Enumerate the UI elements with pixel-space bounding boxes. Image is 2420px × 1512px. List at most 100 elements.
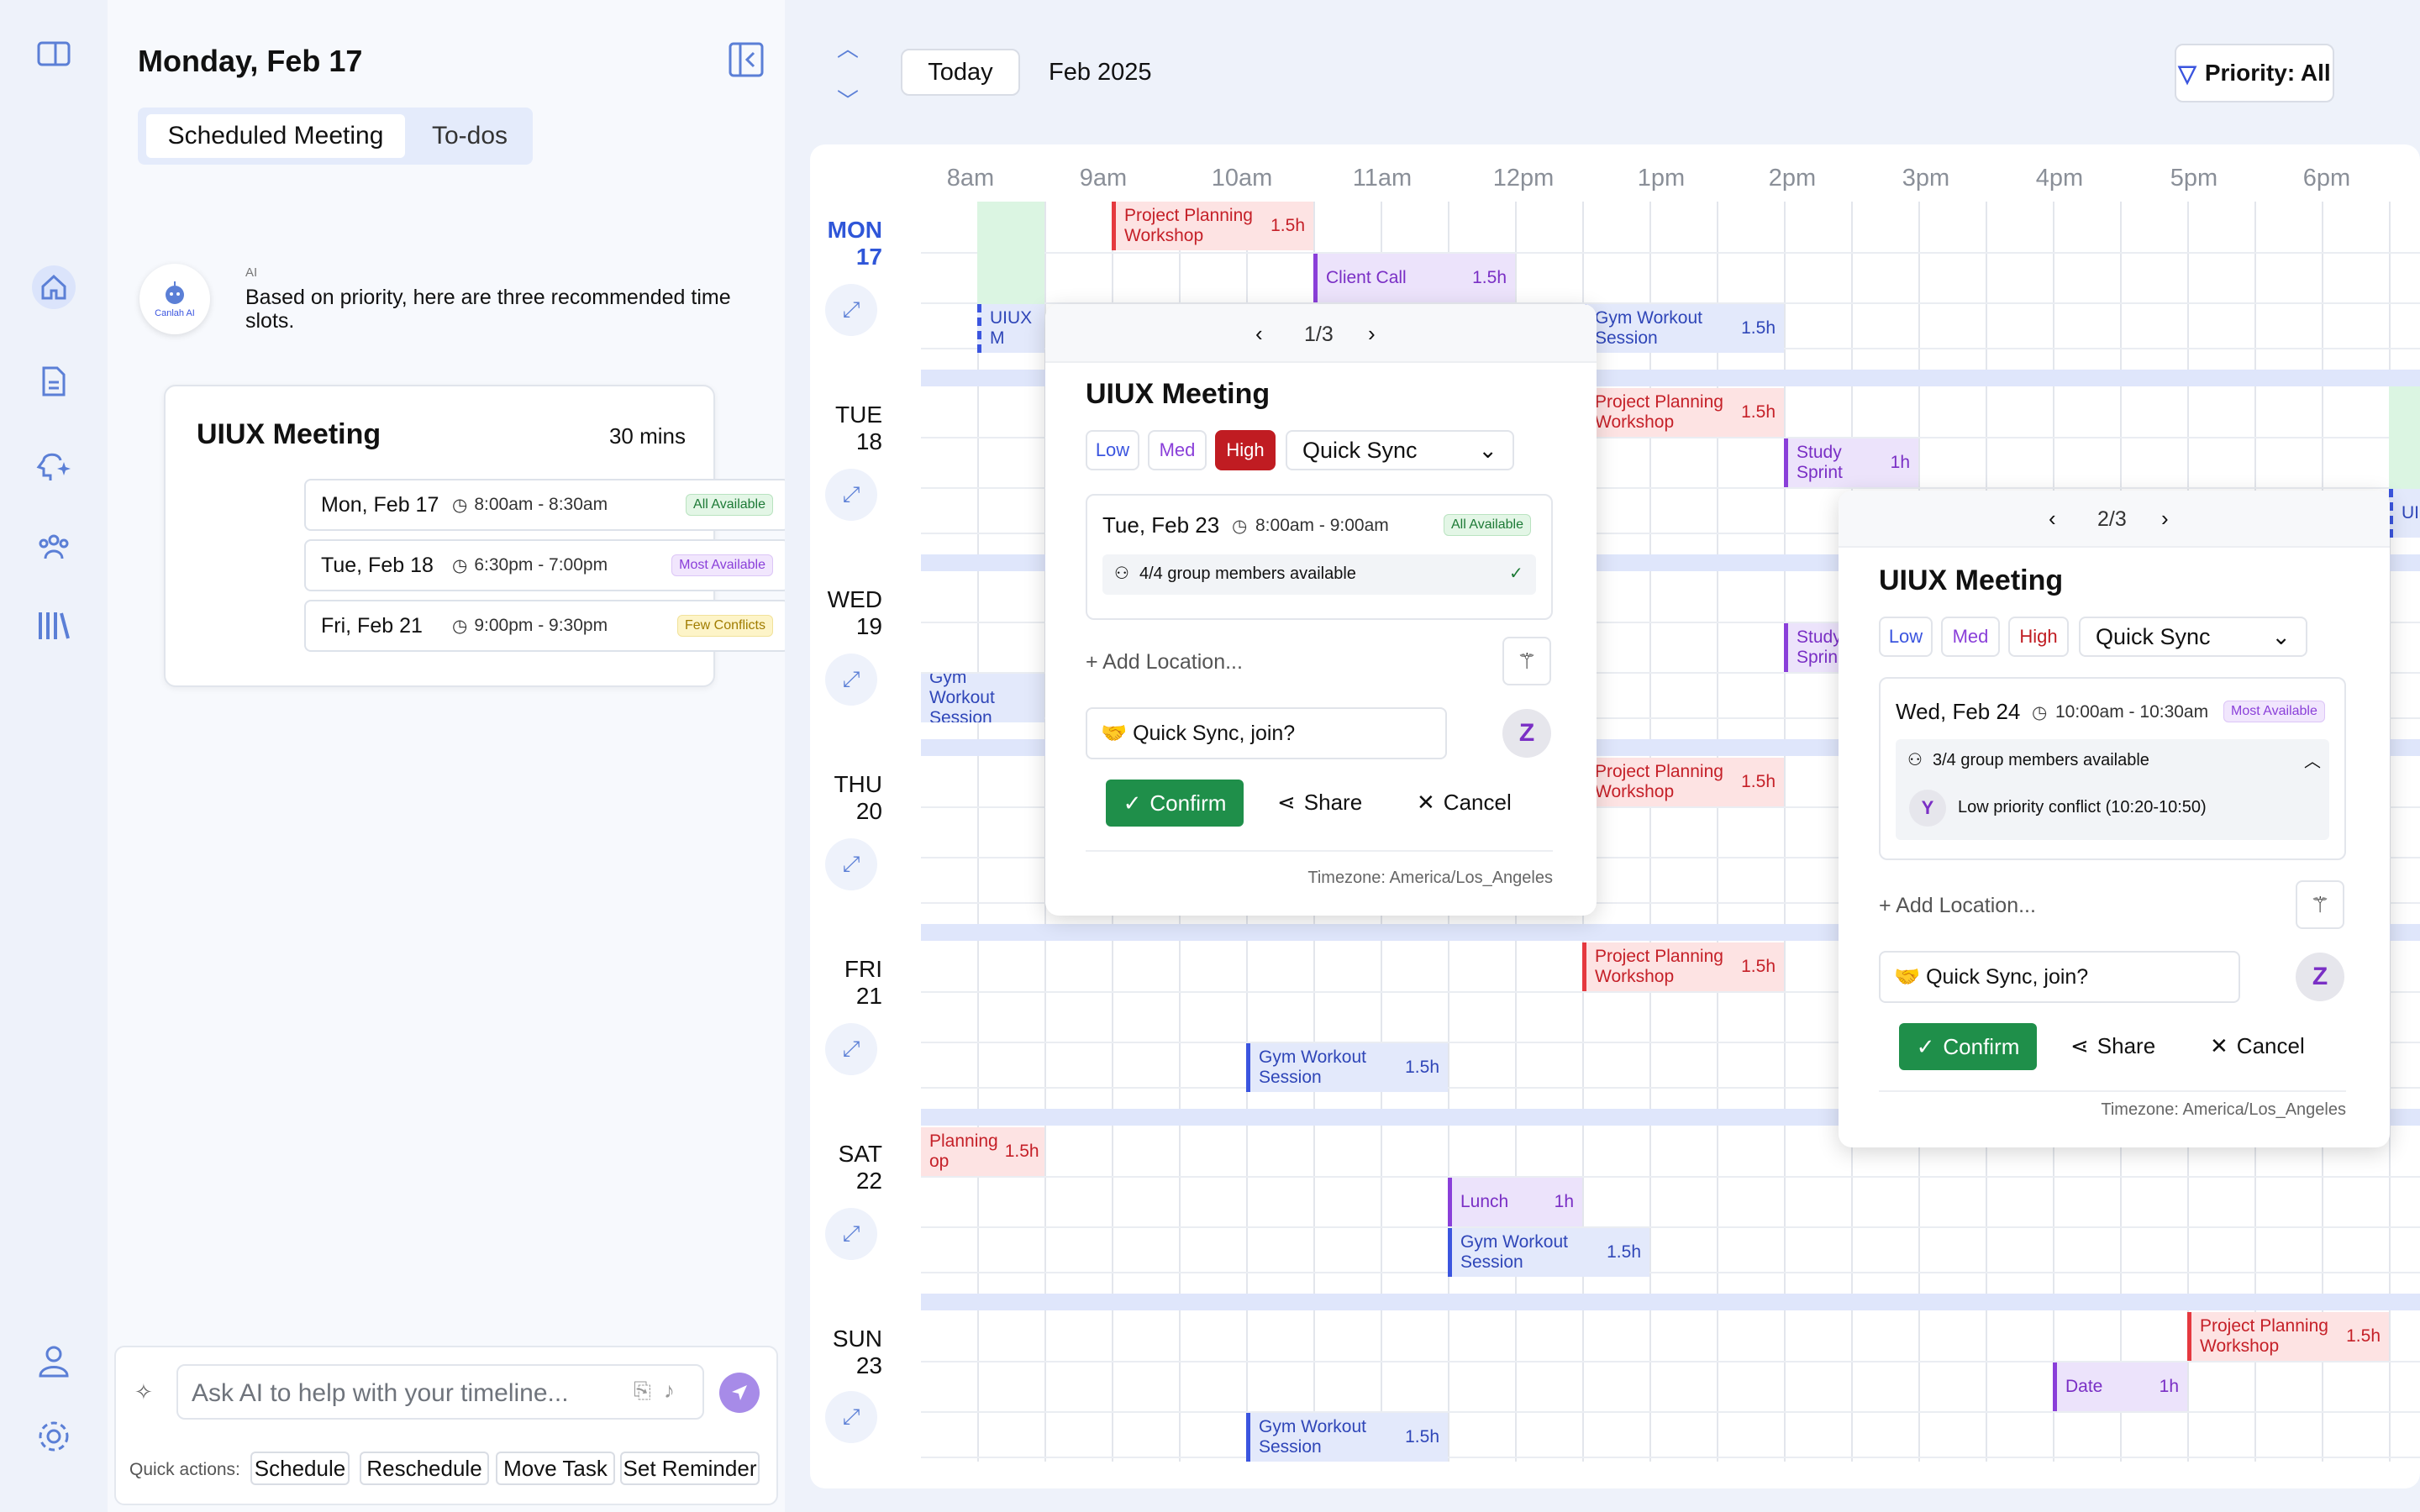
chevron-up-icon[interactable]: ︿ bbox=[2304, 748, 2321, 772]
confirm-button[interactable]: ✓ Confirm bbox=[1106, 780, 1244, 827]
expand-day-icon[interactable]: ⤢ bbox=[825, 1208, 877, 1260]
expand-day-icon[interactable]: ⤢ bbox=[825, 284, 877, 336]
event-block[interactable]: Project Planning Workshop 1.5h bbox=[1112, 202, 1313, 250]
event-block[interactable]: UI bbox=[2389, 489, 2420, 538]
quick-action-move-task[interactable]: Move Task bbox=[496, 1452, 615, 1485]
next-suggestion-icon[interactable]: › bbox=[1368, 321, 1376, 347]
today-button[interactable]: Today bbox=[901, 49, 1020, 96]
prev-week-icon[interactable]: ︿ bbox=[837, 32, 859, 63]
day-label-tue: TUE 18 bbox=[835, 402, 882, 454]
quick-action-schedule[interactable]: Schedule bbox=[250, 1452, 350, 1485]
expand-day-icon[interactable]: ⤢ bbox=[825, 1023, 877, 1075]
share-button[interactable]: ⋖ Share bbox=[1277, 790, 1362, 816]
panel-date-title: Monday, Feb 17 bbox=[138, 44, 363, 78]
event-block[interactable]: Client Call 1.5h bbox=[1313, 254, 1515, 302]
library-icon[interactable] bbox=[32, 603, 76, 647]
magic-wand-icon[interactable]: ⚚ bbox=[2296, 880, 2344, 929]
cancel-button[interactable]: ✕ Cancel bbox=[1417, 790, 1512, 816]
timezone-label: Timezone: America/Los_Angeles bbox=[1307, 869, 1553, 887]
expand-day-icon[interactable]: ⤢ bbox=[825, 838, 877, 890]
prev-suggestion-icon[interactable]: ‹ bbox=[2049, 506, 2056, 532]
slot-date: Tue, Feb 18 bbox=[321, 553, 434, 577]
event-block[interactable]: UIUX M bbox=[977, 304, 1044, 353]
microphone-icon[interactable]: ♪ bbox=[664, 1378, 675, 1404]
status-badge: Most Available bbox=[2223, 701, 2325, 722]
ai-tag: AI bbox=[245, 265, 258, 280]
event-block[interactable]: Gym Workout Session 1.5h bbox=[1246, 1413, 1448, 1462]
meeting-type-select[interactable]: Quick Sync ⌄ bbox=[1286, 430, 1514, 470]
quick-action-reschedule[interactable]: Reschedule bbox=[360, 1452, 489, 1485]
event-block[interactable]: Project Planning Workshop 1.5h bbox=[1582, 758, 1784, 806]
tab-scheduled-meeting[interactable]: Scheduled Meeting bbox=[146, 114, 405, 158]
day-label-fri: FRI 21 bbox=[844, 956, 882, 1009]
priority-low-button[interactable]: Low bbox=[1879, 617, 1933, 657]
send-button[interactable] bbox=[719, 1373, 760, 1413]
sparkle-icon[interactable]: ✧ bbox=[134, 1379, 153, 1405]
prev-suggestion-icon[interactable]: ‹ bbox=[1255, 321, 1263, 347]
event-block[interactable]: Lunch 1h bbox=[1448, 1178, 1582, 1226]
home-icon[interactable] bbox=[32, 265, 76, 309]
expand-day-icon[interactable]: ⤢ bbox=[825, 1391, 877, 1443]
invite-message-input[interactable]: 🤝 Quick Sync, join? bbox=[1086, 707, 1447, 759]
invite-message-input[interactable]: 🤝 Quick Sync, join? bbox=[1879, 951, 2240, 1003]
panel-tabs: Scheduled Meeting To-dos bbox=[138, 108, 533, 165]
document-icon[interactable] bbox=[32, 360, 76, 403]
slot-date: Tue, Feb 23 bbox=[1102, 512, 1220, 538]
slot-option[interactable]: Mon, Feb 17 ◷ 8:00am - 8:30am All Available bbox=[304, 479, 790, 531]
time-label: 5pm bbox=[2170, 165, 2218, 192]
priority-low-button[interactable]: Low bbox=[1086, 430, 1139, 470]
priority-med-button[interactable]: Med bbox=[1941, 617, 2000, 657]
event-block[interactable]: Project Planning Workshop 1.5h bbox=[1582, 388, 1784, 437]
share-label: Share bbox=[1303, 790, 1363, 815]
confirm-button[interactable]: ✓ Confirm bbox=[1899, 1023, 2037, 1070]
slot-option[interactable]: Tue, Feb 18 ◷ 6:30pm - 7:00pm Most Availabl… bbox=[304, 539, 790, 591]
expand-day-icon[interactable]: ⤢ bbox=[825, 469, 877, 521]
ai-brain-icon[interactable] bbox=[32, 445, 76, 489]
quick-action-set-reminder[interactable]: Set Reminder bbox=[620, 1452, 760, 1485]
day-label-thu: THU 20 bbox=[834, 771, 882, 824]
expand-day-icon[interactable]: ⤢ bbox=[825, 654, 877, 706]
team-icon[interactable] bbox=[32, 524, 76, 568]
profile-icon[interactable] bbox=[32, 1339, 76, 1383]
event-block[interactable]: Gym Workout Session 1.5h bbox=[1246, 1043, 1448, 1092]
avatar: Z bbox=[2296, 953, 2344, 1001]
event-block[interactable]: Gym Workout Session 1.5h bbox=[1582, 304, 1784, 353]
slot-option[interactable]: Fri, Feb 21 ◷ 9:00pm - 9:30pm Few Conflicts bbox=[304, 600, 790, 652]
event-block[interactable]: Project Planning Workshop 1.5h bbox=[2187, 1312, 2389, 1361]
share-label: Share bbox=[2096, 1033, 2156, 1058]
tab-todos[interactable]: To-dos bbox=[415, 114, 524, 158]
clock-icon: ◷ bbox=[452, 616, 468, 636]
add-location-link[interactable]: + Add Location... bbox=[1086, 650, 1243, 675]
collapse-panel-icon[interactable] bbox=[729, 42, 764, 77]
sidebar-toggle-icon[interactable] bbox=[32, 32, 76, 76]
time-label: 1pm bbox=[1637, 165, 1686, 192]
ai-mascot-icon bbox=[166, 281, 184, 304]
priority-med-button[interactable]: Med bbox=[1148, 430, 1207, 470]
slot-time: 8:00am - 9:00am bbox=[1255, 516, 1389, 535]
attach-icon[interactable]: ⎘ bbox=[634, 1378, 651, 1404]
event-block[interactable]: Study Sprin bbox=[1784, 623, 1841, 672]
priority-high-button[interactable]: High bbox=[1215, 430, 1276, 470]
next-week-icon[interactable]: ﹀ bbox=[837, 84, 859, 115]
add-location-link[interactable]: + Add Location... bbox=[1879, 894, 2036, 918]
event-block[interactable]: Planning op 1.5h bbox=[921, 1127, 1044, 1176]
cancel-button[interactable]: ✕ Cancel bbox=[2210, 1033, 2305, 1059]
assistant-panel: Monday, Feb 17 Scheduled Meeting To-dos … bbox=[108, 0, 790, 1512]
priority-high-button[interactable]: High bbox=[2008, 617, 2069, 657]
event-block[interactable]: Project Planning Workshop 1.5h bbox=[1582, 942, 1784, 991]
day-label-mon: MON 17 bbox=[827, 217, 882, 270]
settings-gear-icon[interactable] bbox=[32, 1415, 76, 1458]
event-block[interactable]: Gym Workout Session bbox=[921, 674, 1044, 722]
event-block[interactable]: Gym Workout Session 1.5h bbox=[1448, 1228, 1649, 1277]
slot-date: Fri, Feb 21 bbox=[321, 613, 423, 638]
meeting-type-select[interactable]: Quick Sync ⌄ bbox=[2079, 617, 2307, 657]
month-label: Feb 2025 bbox=[1049, 59, 1152, 86]
time-label: 6pm bbox=[2302, 165, 2351, 192]
event-block[interactable]: Date 1h bbox=[2053, 1362, 2187, 1411]
share-button[interactable]: ⋖ Share bbox=[2070, 1033, 2155, 1059]
event-block[interactable]: Study Sprint 1h bbox=[1784, 438, 1918, 487]
magic-wand-icon[interactable]: ⚚ bbox=[1502, 637, 1551, 685]
next-suggestion-icon[interactable]: › bbox=[2161, 506, 2169, 532]
priority-filter-button[interactable]: ▽ Priority: All bbox=[2175, 44, 2334, 102]
cancel-label: Cancel bbox=[2236, 1033, 2305, 1058]
